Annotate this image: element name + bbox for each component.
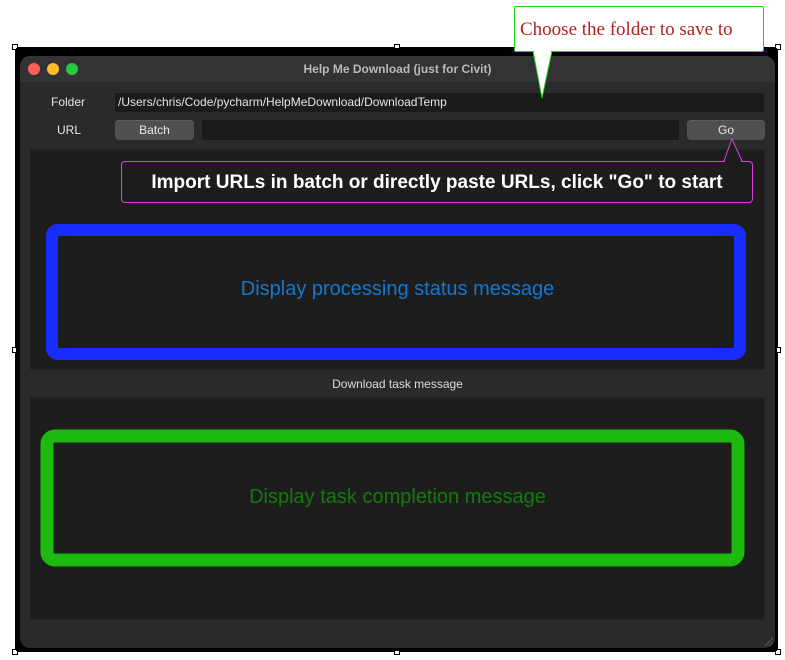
window-title: Help Me Download (just for Civit)	[303, 62, 492, 76]
go-callout: Import URLs in batch or directly paste U…	[121, 161, 753, 203]
go-button[interactable]: Go	[687, 120, 765, 140]
url-label: URL	[57, 123, 82, 137]
resize-grip-icon[interactable]	[763, 636, 773, 646]
title-bar: Help Me Download (just for Civit)	[20, 56, 775, 82]
folder-label: Folder	[51, 95, 86, 109]
folder-callout: Choose the folder to save to	[514, 6, 764, 52]
batch-button[interactable]: Batch	[115, 120, 194, 140]
download-panel: Display task completion message	[30, 397, 765, 620]
download-message: Display task completion message	[249, 486, 546, 508]
download-annotation-box	[40, 429, 745, 567]
status-message: Display processing status message	[240, 278, 555, 300]
download-section-title: Download task message	[332, 377, 463, 391]
url-input[interactable]	[201, 119, 680, 141]
app-window: Help Me Download (just for Civit) Folder…	[20, 56, 775, 648]
folder-path-field[interactable]: /Users/chris/Code/pycharm/HelpMeDownload…	[114, 92, 765, 113]
